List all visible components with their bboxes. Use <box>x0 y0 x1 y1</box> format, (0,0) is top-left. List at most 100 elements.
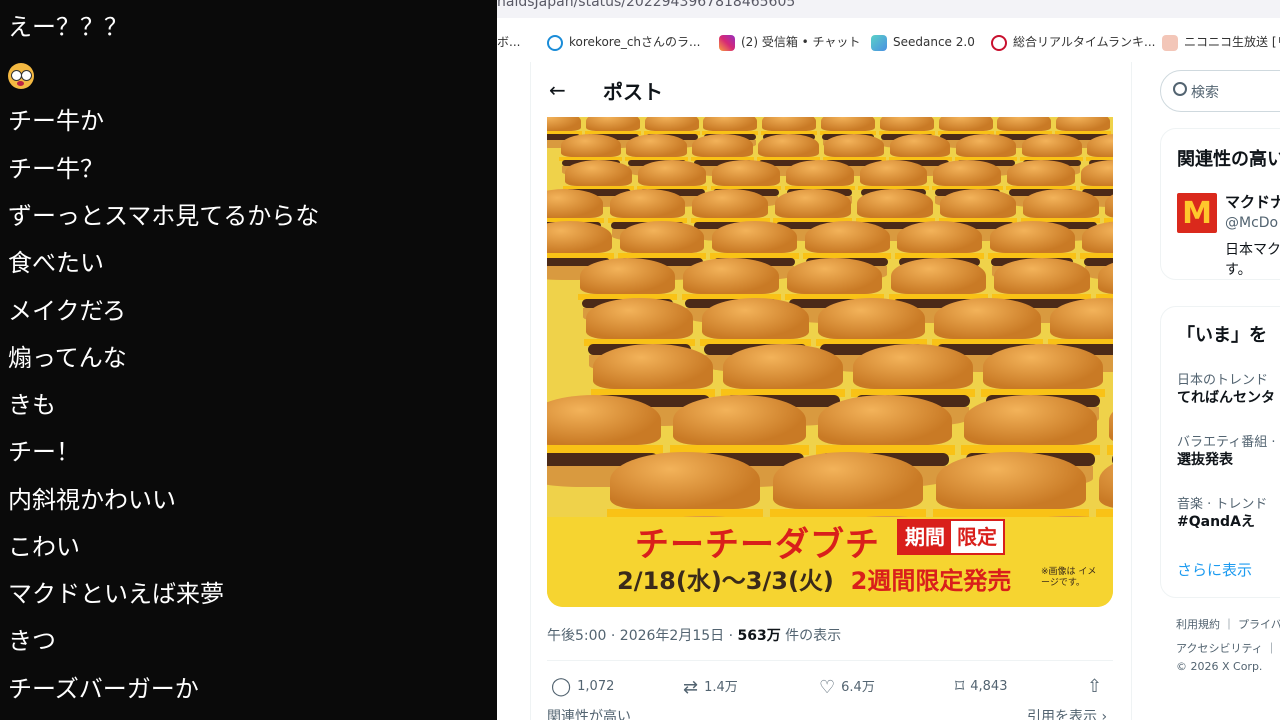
comment: 内斜視かわいい <box>8 486 176 514</box>
show-more-link[interactable]: さらに表示 <box>1177 559 1252 580</box>
bookmark-count: 4,843 <box>970 679 1008 694</box>
right-sidebar: 検索 関連性の高い M マクドナ @McDo 日本マク す。 「いま」を 日本の… <box>1160 62 1280 720</box>
bookmarks-bar: ボ... korekore_chさんのラ... (2) 受信箱 • チャット S… <box>497 22 1280 62</box>
limited-badge-limited: 限定 <box>951 521 1003 553</box>
quotes-link[interactable]: 引用を表示 › <box>1027 706 1107 720</box>
promo-product-name: チーチーダブチ <box>635 525 880 565</box>
limited-badge: 期間 限定 <box>897 519 1005 555</box>
footer-links-2[interactable]: アクセシビリティ ｜ <box>1176 640 1277 656</box>
comment: マクドといえば来夢 <box>8 580 224 608</box>
dizzy-face-emoji-icon <box>8 63 34 89</box>
bookmark-label: ボ... <box>497 35 521 49</box>
trend-category: 日本のトレンド <box>1177 373 1269 388</box>
post-header: ← ポスト <box>531 62 1129 117</box>
bookmark-item[interactable]: korekore_chさんのラ... <box>547 32 700 52</box>
post-image[interactable]: チーチーダブチ 期間 限定 2/18(水)〜3/3(火) 2週間限定発売 ※画像… <box>547 117 1113 607</box>
account-handle[interactable]: @McDo <box>1225 215 1278 231</box>
limited-badge-period: 期間 <box>899 521 951 553</box>
comment: 食べたい <box>8 249 104 277</box>
cloud-icon <box>547 34 563 51</box>
like-count: 6.4万 <box>841 680 875 695</box>
burger-illustration <box>1096 451 1113 517</box>
bookmark-item[interactable]: 総合リアルタイムランキ... <box>991 32 1155 52</box>
account-bio-2: す。 <box>1225 262 1252 278</box>
footer-links[interactable]: 利用規約 ｜ プライバ <box>1176 616 1280 632</box>
mcdonalds-logo-avatar[interactable]: M <box>1177 193 1217 233</box>
reply-count: 1,072 <box>577 679 615 694</box>
comment-panel: えー？？？ チー牛か チー牛？ ずーっとスマホ見てるからな 食べたい メイクだろ… <box>0 0 497 720</box>
burger-illustration <box>933 451 1090 517</box>
bookmark-label: (2) 受信箱 • チャット <box>741 35 861 49</box>
post-column: ← ポスト チーチーダブチ 期間 限定 2/18(水)〜3/3(火) 2週間限定… <box>530 62 1132 720</box>
comment: こわい <box>8 533 80 561</box>
comment: メイクだろ <box>8 297 127 325</box>
trend-category: バラエティ番組 · <box>1177 435 1276 450</box>
promo-banner: チーチーダブチ 期間 限定 2/18(水)〜3/3(火) 2週間限定発売 ※画像… <box>547 517 1113 607</box>
address-bar[interactable]: naldsJapan/status/2022943967818465605 <box>497 0 1280 18</box>
like-button[interactable]: ♡ 6.4万 <box>819 676 875 698</box>
relevant-people-card: 関連性の高い M マクドナ @McDo 日本マク す。 <box>1160 128 1280 280</box>
bookmark-icon: ⌑ <box>955 676 965 697</box>
comment: チー牛か <box>8 107 104 135</box>
trends-title: 「いま」を <box>1177 325 1267 346</box>
bookmark-item[interactable]: Seedance 2.0 <box>871 32 975 52</box>
comment-emoji <box>8 60 34 90</box>
crown-icon <box>991 34 1007 51</box>
comment: チー牛？ <box>8 155 104 183</box>
instagram-icon <box>719 34 735 51</box>
trend-category: 音楽 · トレンド <box>1177 497 1268 512</box>
search-input[interactable]: 検索 <box>1160 70 1280 112</box>
divider <box>547 660 1113 661</box>
comment: きつ <box>8 627 56 655</box>
account-bio: 日本マク <box>1225 242 1280 258</box>
repost-button[interactable]: ⇄ 1.4万 <box>683 676 738 698</box>
reply-button[interactable]: ◯ 1,072 <box>551 676 614 697</box>
niconico-icon <box>1162 34 1178 51</box>
burger-illustration <box>770 451 926 517</box>
post-meta: 午後5:00 · 2026年2月15日 · 563万 件の表示 <box>547 625 841 645</box>
trend-name[interactable]: てればんセンタ <box>1177 387 1275 407</box>
copyright: © 2026 X Corp. <box>1176 660 1263 673</box>
account-name[interactable]: マクドナ <box>1225 191 1280 212</box>
page-title: ポスト <box>603 80 663 104</box>
bookmark-item[interactable]: ニコニコ生放送 [リ... <box>1162 32 1280 52</box>
promo-dates: 2/18(水)〜3/3(火) 2週間限定発売 <box>617 561 1011 596</box>
trends-card: 「いま」を 日本のトレンド てればんセンタ バラエティ番組 · 選抜発表 音楽 … <box>1160 306 1280 598</box>
share-button[interactable]: ⇧ <box>1087 676 1108 697</box>
bookmark-button[interactable]: ⌑ 4,843 <box>955 676 1007 697</box>
trend-name[interactable]: 選抜発表 <box>1177 449 1233 469</box>
share-icon: ⇧ <box>1087 676 1103 697</box>
heart-icon: ♡ <box>819 677 836 698</box>
burger-illustration <box>607 451 763 517</box>
comment: ずーっとスマホ見てるからな <box>8 202 320 230</box>
comment: 煽ってんな <box>8 344 127 372</box>
seedance-icon <box>871 34 887 51</box>
bookmark-item[interactable]: (2) 受信箱 • チャット <box>719 32 860 52</box>
reply-icon: ◯ <box>551 676 572 697</box>
bookmark-label: korekore_chさんのラ... <box>569 35 701 49</box>
promo-date-range: 2/18(水)〜3/3(火) <box>617 567 834 595</box>
view-count: 563万 <box>737 628 781 644</box>
back-arrow-icon[interactable]: ← <box>549 78 566 102</box>
bookmark-label: 総合リアルタイムランキ... <box>1013 35 1156 49</box>
trend-name[interactable]: #QandAえ <box>1177 511 1255 531</box>
post-timestamp[interactable]: 午後5:00 · 2026年2月15日 · <box>547 628 738 644</box>
bookmark-label: ニコニコ生放送 [リ... <box>1184 35 1280 49</box>
search-placeholder: 検索 <box>1191 85 1219 101</box>
repost-icon: ⇄ <box>683 677 699 698</box>
repost-count: 1.4万 <box>704 680 738 695</box>
promo-duration: 2週間限定発売 <box>850 567 1012 595</box>
url-text[interactable]: naldsJapan/status/2022943967818465605 <box>497 0 795 10</box>
comment: きも <box>8 391 56 419</box>
burger-pattern <box>547 117 1113 517</box>
search-icon <box>1173 82 1187 96</box>
image-note: ※画像は イメージです。 <box>1041 567 1097 588</box>
browser-window: naldsJapan/status/2022943967818465605 ボ.… <box>497 0 1280 720</box>
comment: えー？？？ <box>8 13 128 41</box>
bookmark-label: Seedance 2.0 <box>893 35 975 49</box>
comment: チーズバーガーか <box>8 675 199 703</box>
comment: チー！ <box>8 438 80 466</box>
bookmark-item[interactable]: ボ... <box>497 32 520 52</box>
relevant-title: 関連性の高い <box>1177 149 1280 170</box>
relevance-tab[interactable]: 関連性が高い <box>547 706 631 720</box>
